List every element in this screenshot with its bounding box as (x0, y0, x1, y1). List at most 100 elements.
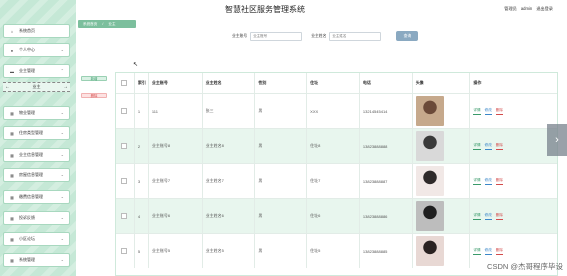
chevron-down-icon: ⌄ (60, 194, 64, 199)
sidebar-item-forum[interactable]: ▦ 小区论坛 ⌄ (3, 232, 70, 246)
grid-icon: ▦ (10, 110, 14, 116)
detail-link[interactable]: 详情 (473, 248, 481, 255)
avatar (415, 201, 444, 231)
cell-phone: 13823888887 (360, 164, 413, 198)
sidebar-item-property-management[interactable]: ▦ 物业管理 ⌄ (3, 106, 70, 120)
delete-button[interactable]: 删除 (81, 93, 107, 98)
row-select[interactable] (116, 199, 135, 233)
sidebar-item-housing-type[interactable]: ▦ 住房类型管理 ⌄ (3, 126, 70, 140)
cell-gender: 男 (255, 199, 308, 233)
checkbox[interactable] (121, 108, 127, 114)
cell-phone: 13823888885 (360, 234, 413, 268)
header-select-all[interactable] (116, 73, 135, 93)
cell-name: 张三 (203, 94, 256, 128)
row-actions: 详情 修改 删除 (473, 248, 503, 255)
owner-account-label: 业主账号 (232, 33, 248, 38)
search-button[interactable]: 查询 (396, 31, 419, 41)
cell-account: 业主账号5 (149, 234, 203, 268)
row-select[interactable] (116, 129, 135, 163)
sidebar-item-owner-info[interactable]: ▦ 业主信息管理 ⌄ (3, 148, 70, 162)
detail-link[interactable]: 详情 (473, 108, 481, 115)
sidebar-item-owner-management[interactable]: ▬ 业主管理 ⌃ (3, 64, 70, 78)
checkbox[interactable] (121, 178, 127, 184)
sidebar-item-label: 业主信息管理 (19, 152, 43, 157)
edit-link[interactable]: 修改 (484, 108, 492, 115)
detail-link[interactable]: 详情 (473, 143, 481, 150)
logout-link[interactable]: 退出登录 (536, 6, 553, 12)
checkbox[interactable] (121, 248, 127, 254)
carousel-next-button[interactable]: › (547, 124, 567, 156)
sidebar-subitem-owner[interactable]: ← 业主 → (3, 82, 70, 92)
delete-link[interactable]: 删除 (495, 178, 503, 185)
sidebar-item-label: 业主管理 (19, 68, 35, 73)
cell-name: 业主姓名7 (203, 164, 256, 198)
sidebar-item-label: 系统首页 (19, 28, 35, 33)
cell-phone: 13823888888 (360, 129, 413, 163)
breadcrumb: 系统首页 / 业主 (78, 20, 136, 28)
delete-link[interactable]: 删除 (495, 143, 503, 150)
cell-index: 5 (135, 234, 149, 268)
cell-address: 住址5 (307, 234, 360, 268)
cell-gender: 男 (255, 164, 308, 198)
folder-icon: ▬ (10, 68, 14, 74)
sidebar-item-personal-center[interactable]: ● 个人中心 ⌄ (3, 43, 70, 57)
cell-phone: 13214545414 (360, 94, 413, 128)
data-table: 索引 业主账号 业主姓名 性别 住址 电话 头像 操作 1 111 张三 男 X… (115, 72, 558, 276)
cell-account: 业主账号7 (149, 164, 203, 198)
chevron-down-icon: ⌄ (60, 130, 64, 135)
grid-icon: ▦ (10, 215, 14, 221)
row-actions: 详情 修改 删除 (473, 143, 503, 150)
cell-avatar (413, 129, 471, 163)
edit-link[interactable]: 修改 (484, 178, 492, 185)
table-row: 4 业主账号6 业主姓名6 男 住址6 13823888886 详情 修改 删除 (116, 198, 557, 233)
cell-ops: 详情 修改 删除 (470, 199, 557, 233)
owner-name-input[interactable] (329, 31, 382, 41)
breadcrumb-separator: / (102, 22, 104, 26)
cell-account: 业主账号6 (149, 199, 203, 233)
breadcrumb-home[interactable]: 系统首页 (83, 22, 97, 27)
delete-link[interactable]: 删除 (495, 108, 503, 115)
owner-account-input[interactable] (250, 31, 303, 41)
checkbox[interactable] (121, 143, 127, 149)
row-select[interactable] (116, 234, 135, 268)
chevron-down-icon: ⌄ (60, 257, 64, 262)
delete-link[interactable]: 删除 (495, 248, 503, 255)
edit-link[interactable]: 修改 (484, 143, 492, 150)
sidebar-item-house-info[interactable]: ▦ 房屋信息管理 ⌄ (3, 168, 70, 182)
avatar (415, 131, 444, 161)
avatar (415, 236, 444, 266)
cell-gender: 男 (255, 234, 308, 268)
watermark: CSDN @杰哥程序毕设 (487, 262, 563, 271)
sidebar-item-payment-info[interactable]: ▦ 缴费信息管理 ⌄ (3, 190, 70, 204)
avatar (415, 96, 444, 126)
detail-link[interactable]: 详情 (473, 213, 481, 220)
sidebar-item-complaint[interactable]: ▦ 投诉反馈 ⌄ (3, 211, 70, 225)
edit-link[interactable]: 修改 (484, 213, 492, 220)
table-row: 1 111 张三 男 XXX 13214545414 详情 修改 删除 (116, 93, 557, 128)
header-cell: 业主账号 (149, 73, 203, 93)
cell-name: 业主姓名5 (203, 234, 256, 268)
sidebar-item-system[interactable]: ▦ 系统管理 ⌄ (3, 253, 70, 267)
sidebar-item-label: 房屋信息管理 (19, 172, 43, 177)
delete-link[interactable]: 删除 (495, 213, 503, 220)
mouse-cursor-icon: ↖ (133, 62, 139, 68)
add-button[interactable]: 新增 (81, 76, 107, 81)
sidebar-item-label: 物业管理 (19, 110, 35, 115)
cell-index: 2 (135, 129, 149, 163)
cell-avatar (413, 234, 471, 268)
checkbox[interactable] (121, 80, 127, 86)
sidebar-item-home[interactable]: ⌂ 系统首页 (3, 24, 70, 38)
detail-link[interactable]: 详情 (473, 178, 481, 185)
row-select[interactable] (116, 164, 135, 198)
cell-index: 1 (135, 94, 149, 128)
table-row: 3 业主账号7 业主姓名7 男 住址7 13823888887 详情 修改 删除 (116, 163, 557, 198)
cell-gender: 男 (255, 129, 308, 163)
cell-address: XXX (307, 94, 360, 128)
edit-link[interactable]: 修改 (484, 248, 492, 255)
checkbox[interactable] (121, 213, 127, 219)
row-select[interactable] (116, 94, 135, 128)
header-cell: 电话 (360, 73, 413, 93)
header-cell: 住址 (307, 73, 360, 93)
cell-address: 住址6 (307, 199, 360, 233)
cell-index: 4 (135, 199, 149, 233)
